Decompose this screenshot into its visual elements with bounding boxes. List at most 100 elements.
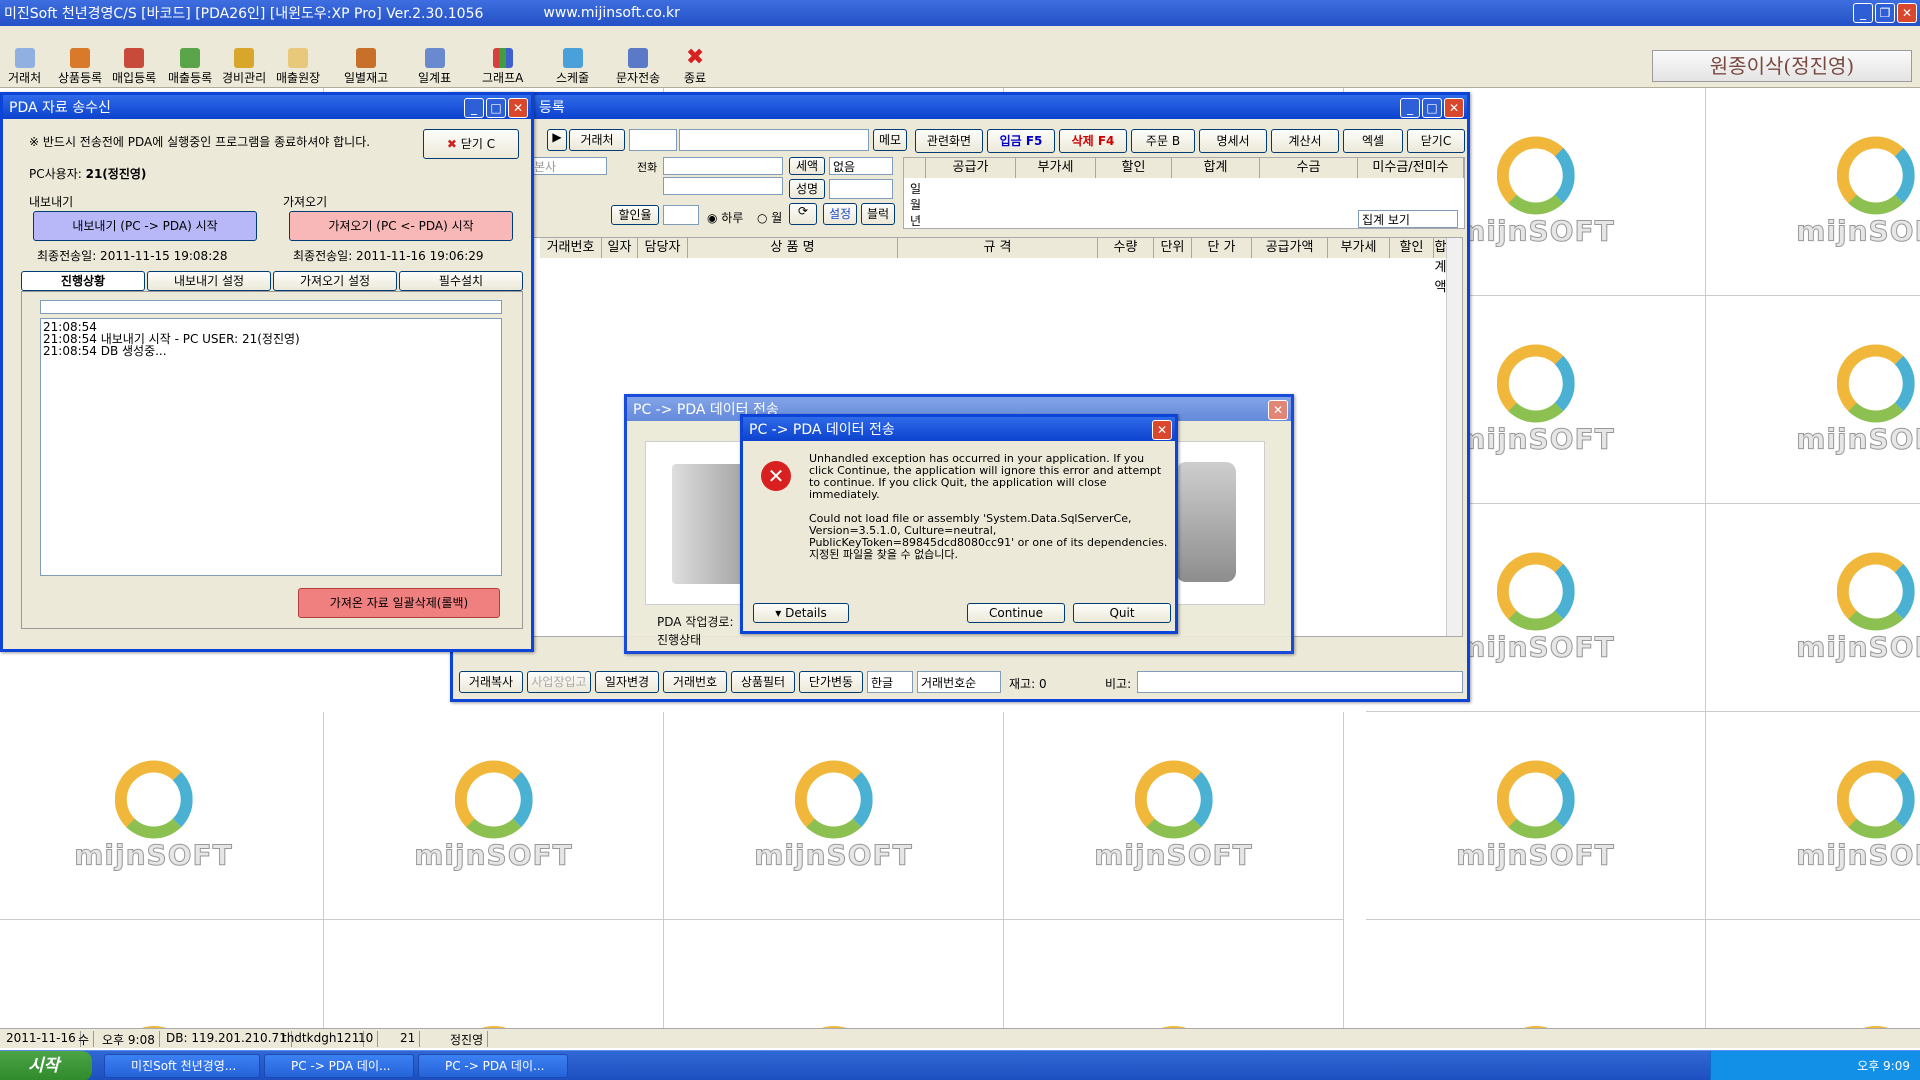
view-select[interactable]: 집계 보기 — [1358, 210, 1458, 228]
client-button[interactable]: 거래처 — [569, 129, 625, 151]
main-toolbar: 거래처 상품등록 매입등록 매출등록 경비관리 매출원장 일별재고 일계표 그래… — [0, 26, 1920, 88]
tab-export-settings[interactable]: 내보내기 설정 — [147, 271, 271, 291]
memo-button[interactable]: 메모 — [873, 129, 907, 151]
log-textarea[interactable]: 21:08:54 21:08:54 내보내기 시작 - PC USER: 21(… — [40, 318, 502, 576]
price-change-button[interactable]: 단가변동 — [799, 671, 863, 693]
minimize-button[interactable]: _ — [1853, 3, 1873, 23]
deposit-button[interactable]: 입금 F5 — [987, 129, 1055, 153]
client-code-input[interactable] — [629, 129, 677, 151]
maximize-button[interactable]: □ — [1422, 98, 1442, 118]
product-filter-button[interactable]: 상품필터 — [731, 671, 795, 693]
continue-button[interactable]: Continue — [967, 603, 1065, 623]
toolbar-exit-button[interactable]: ✖ 종료 — [684, 47, 706, 86]
toolbar-purchase-button[interactable]: 매입등록 — [112, 48, 156, 86]
toolbar-sales-button[interactable]: 매출등록 — [168, 48, 212, 86]
client-icon — [14, 48, 35, 68]
export-start-button[interactable]: 내보내기 (PC -> PDA) 시작 — [33, 211, 257, 241]
toolbar-stock-button[interactable]: 일별재고 — [344, 48, 388, 86]
order-select[interactable]: 거래번호순 — [917, 671, 1001, 693]
note-input[interactable] — [1137, 671, 1463, 693]
mijinsoft-logo: mijnSOFT — [1456, 552, 1615, 664]
pda-window: PDA 자료 송수신 _ □ ✕ ※ 반드시 전송전에 PDA에 실행중인 프로그램… — [0, 92, 534, 652]
grid-scrollbar[interactable] — [1446, 238, 1462, 636]
maximize-button[interactable]: □ — [486, 98, 506, 118]
discount-label: 할인율 — [611, 205, 659, 225]
phone-input-2[interactable] — [663, 177, 783, 195]
excel-button[interactable]: 엑셀 — [1343, 129, 1403, 153]
mijinsoft-logo: mijnSOFT — [414, 760, 573, 872]
tab-import-settings[interactable]: 가져오기 설정 — [273, 271, 397, 291]
mijinsoft-logo: mijnSOFT — [1796, 136, 1920, 248]
import-start-button[interactable]: 가져오기 (PC <- PDA) 시작 — [289, 211, 513, 241]
client-name-input[interactable] — [679, 129, 869, 151]
tax-label: 세액 — [789, 157, 825, 175]
clock: 오후 9:09 — [1857, 1059, 1910, 1073]
main-title-bar: 미진Soft 천년경영C/S [바코드] [PDA26인] [내윈도우:XP P… — [0, 0, 1920, 26]
error-icon: ✕ — [761, 461, 791, 491]
note-label: 비고: — [1105, 677, 1132, 691]
seal-label: 성명 — [789, 179, 825, 199]
mijinsoft-logo: mijnSOFT — [1796, 552, 1920, 664]
invoice-button[interactable]: 계산서 — [1271, 129, 1339, 153]
seal-input[interactable] — [829, 179, 893, 199]
related-screen-button[interactable]: 관련화면 — [915, 129, 983, 153]
mijinsoft-logo: mijnSOFT — [1796, 760, 1920, 872]
toolbar-expense-button[interactable]: 경비관리 — [222, 48, 266, 86]
mijinsoft-logo: mijnSOFT — [74, 760, 233, 872]
error-details-text: Could not load file or assembly 'System.… — [809, 512, 1168, 561]
task-main-app[interactable]: 미진Soft 천년경영... — [104, 1054, 260, 1078]
toolbar-sms-button[interactable]: 문자전송 — [616, 48, 660, 86]
phone-input[interactable] — [663, 157, 783, 175]
toolbar-ledger-button[interactable]: 매출원장 — [276, 48, 320, 86]
statement-button[interactable]: 명세서 — [1199, 129, 1267, 153]
rollback-delete-button[interactable]: 가져온 자료 일괄삭제(롤백) — [298, 588, 500, 618]
taskbar: 시작 미진Soft 천년경영... PC -> PDA 데이... PC -> … — [0, 1050, 1920, 1080]
quit-button[interactable]: Quit — [1073, 603, 1171, 623]
block-button[interactable]: 블럭 — [861, 203, 895, 225]
minimize-button[interactable]: _ — [464, 98, 484, 118]
day-radio[interactable]: ◉ 하루 — [707, 209, 743, 226]
close-button[interactable]: ✕ — [1444, 98, 1464, 118]
branch-select[interactable]: 본사 — [533, 157, 607, 175]
tab-required-install[interactable]: 필수설치 — [399, 271, 523, 291]
close-button[interactable]: ✕ — [508, 98, 528, 118]
copy-transaction-button[interactable]: 거래복사 — [459, 671, 523, 693]
close-c-button[interactable]: 닫기C — [1407, 129, 1465, 153]
play-icon[interactable]: ▶ — [547, 129, 567, 151]
close-button[interactable]: ✖ 닫기 C — [423, 129, 519, 159]
toolbar-graph-button[interactable]: 그래프A — [482, 48, 523, 86]
close-button[interactable]: ✕ — [1152, 420, 1172, 440]
site-receive-button[interactable]: 사업장입고 — [527, 671, 591, 693]
change-date-button[interactable]: 일자변경 — [595, 671, 659, 693]
lang-select[interactable]: 한글 — [867, 671, 913, 693]
transaction-number-button[interactable]: 거래번호 — [663, 671, 727, 693]
details-button[interactable]: ▾ Details — [753, 603, 849, 623]
toolbar-client-button[interactable]: 거래처 — [8, 48, 41, 86]
refresh-icon[interactable]: ⟳ — [789, 203, 817, 225]
close-button[interactable]: ✕ — [1268, 400, 1288, 420]
close-button[interactable]: ✕ — [1897, 3, 1917, 23]
progress-panel: 21:08:54 21:08:54 내보내기 시작 - PC USER: 21(… — [21, 291, 523, 629]
pda-path-label: PDA 작업경로: — [657, 615, 734, 629]
tax-select[interactable]: 없음 — [829, 157, 893, 175]
delete-button[interactable]: 삭제 F4 — [1059, 129, 1127, 153]
stock-label: 재고: 0 — [1009, 677, 1047, 691]
expense-icon — [234, 48, 255, 68]
task-pda-transfer[interactable]: PC -> PDA 데이... — [264, 1054, 414, 1078]
restore-button[interactable]: ❐ — [1875, 3, 1895, 23]
mijinsoft-logo: mijnSOFT — [1456, 344, 1615, 456]
toolbar-product-button[interactable]: 상품등록 — [58, 48, 102, 86]
tab-progress[interactable]: 진행상황 — [21, 271, 145, 291]
minimize-button[interactable]: _ — [1400, 98, 1420, 118]
stock-icon — [356, 48, 377, 68]
toolbar-schedule-button[interactable]: 스케줄 — [556, 48, 589, 86]
month-radio[interactable]: ○ 월 — [757, 209, 782, 226]
order-button[interactable]: 주문 B — [1131, 129, 1195, 153]
setting-button[interactable]: 설정 — [823, 203, 857, 225]
discount-input[interactable] — [663, 205, 699, 225]
toolbar-daily-button[interactable]: 일계표 — [418, 48, 451, 86]
daily-icon — [424, 48, 445, 68]
ledger-icon — [288, 48, 309, 68]
start-button[interactable]: 시작 — [0, 1051, 92, 1080]
task-pda-error[interactable]: PC -> PDA 데이... — [418, 1054, 568, 1078]
